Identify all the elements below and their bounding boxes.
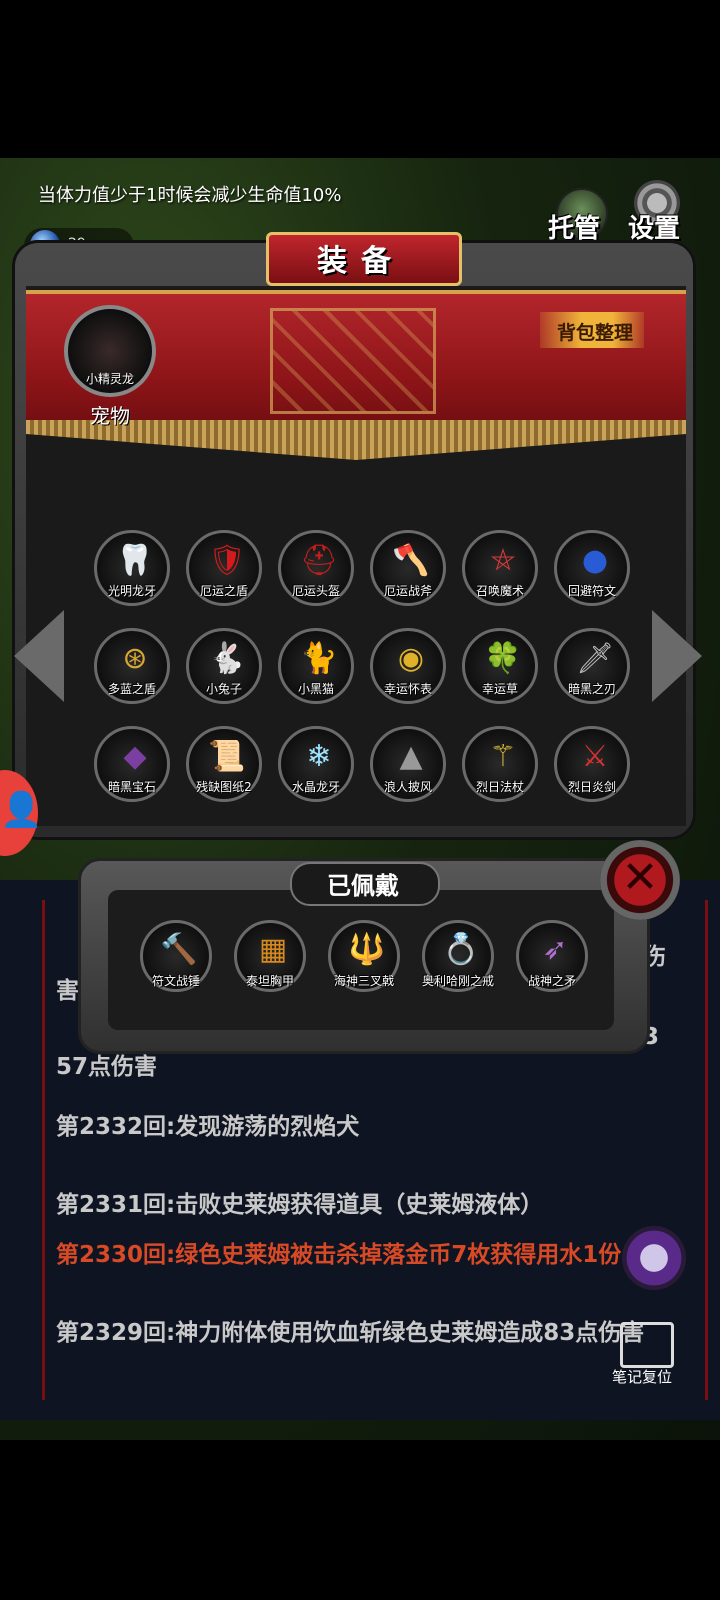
inventory-item-label: 烈日法杖 [475,780,524,794]
spear-icon: ➶ [542,932,568,967]
round-shield-icon: ⊛ [122,641,148,676]
inventory-item-label: 召唤魔术 [475,584,524,598]
inventory-item-label: 小兔子 [205,682,242,696]
equipped-item-label: 海神三叉戟 [333,974,394,988]
flame-sword-icon: ⚔ [581,739,609,774]
dark-gem-icon: ◆ [123,739,147,774]
log-line: 57点伤害 [56,1054,158,1080]
scroll-icon: 📜 [208,739,246,774]
inventory-item-label: 暗黑宝石 [107,780,156,794]
user-icon[interactable]: 👤 [0,790,42,830]
rabbit-icon: 🐇 [208,641,246,676]
cloak-icon: ▲ [399,739,423,774]
dark-blade-icon: 🗡 [575,641,615,676]
inventory-item-label: 厄运之盾 [199,584,248,598]
inventory-item-label: 幸运怀表 [383,682,432,696]
skull-icon[interactable] [622,1226,686,1290]
next-page-arrow-icon[interactable] [652,610,702,702]
stamina-hint: 当体力值少于1时候会减少生命值10% [38,185,342,206]
clover-icon: 🍀 [484,641,522,676]
cat-icon: 🐈 [300,641,338,676]
inventory-item-label: 水晶龙牙 [291,780,340,794]
log-line: 第2332回:发现游荡的烈焰犬 [56,1114,360,1140]
inventory-item-label: 小黑猫 [297,682,334,696]
inventory-item-label: 烈日炎剑 [567,780,616,794]
close-icon[interactable]: ✕ [600,852,680,903]
log-line: 第2331回:击败史莱姆获得道具（史莱姆液体） [56,1192,544,1218]
crossed-swords-emblem-icon [270,308,436,414]
equipped-item-label: 泰坦胸甲 [245,974,294,988]
inventory-item-label: 厄运头盔 [291,584,340,598]
notes-reset-label[interactable]: 笔记复位 [612,1366,672,1387]
inventory-item-label: 回避符文 [567,584,616,598]
equipped-item-label: 奥利哈刚之戒 [421,974,494,988]
log-line: 第2330回:绿色史莱姆被击杀掉落金币7枚获得用水1份 [56,1242,622,1268]
equipped-item-label: 战神之矛 [527,974,576,988]
staff-icon: ⚚ [489,739,517,774]
blue-orb-icon: ● [581,543,609,578]
sort-bag-label[interactable]: 背包整理 [540,318,650,345]
inventory-item-label: 暗黑之刃 [567,682,616,696]
battle-axe-icon: 🪓 [392,543,430,578]
pocket-watch-icon: ◉ [397,641,425,676]
inventory-item-label: 浪人披风 [383,780,432,794]
inventory-item-label: 幸运草 [481,682,518,696]
inventory-item-label: 光明龙牙 [107,584,156,598]
pet-name: 小精灵龙 [85,372,134,386]
red-helmet-icon: ⛑ [299,543,339,578]
ring-icon: 💍 [442,932,480,967]
equipped-title: 已佩戴 [327,872,399,900]
pet-label: 宠物 [90,404,130,428]
crystal-fang-icon: ❄ [306,739,332,774]
red-shield-icon: 🛡 [207,543,247,578]
inventory-item-label: 残缺图纸2 [196,780,252,794]
panel-title: 装备 [317,244,405,279]
prev-page-arrow-icon[interactable] [14,610,64,702]
inventory-item-label: 厄运战斧 [383,584,432,598]
inventory-item-label: 多蓝之盾 [107,682,156,696]
chest-armor-icon: ▦ [258,932,288,967]
trident-icon: 🔱 [348,932,386,967]
hammer-icon: 🔨 [160,932,198,967]
pentagram-icon: ⛤ [491,543,515,578]
notes-reset-icon[interactable] [620,1322,674,1368]
log-line: 第2329回:神力附体使用饮血斩绿色史莱姆造成83点伤害 [56,1320,645,1346]
fang-icon: 🦷 [116,543,154,578]
equipped-item-label: 符文战锤 [151,974,200,988]
